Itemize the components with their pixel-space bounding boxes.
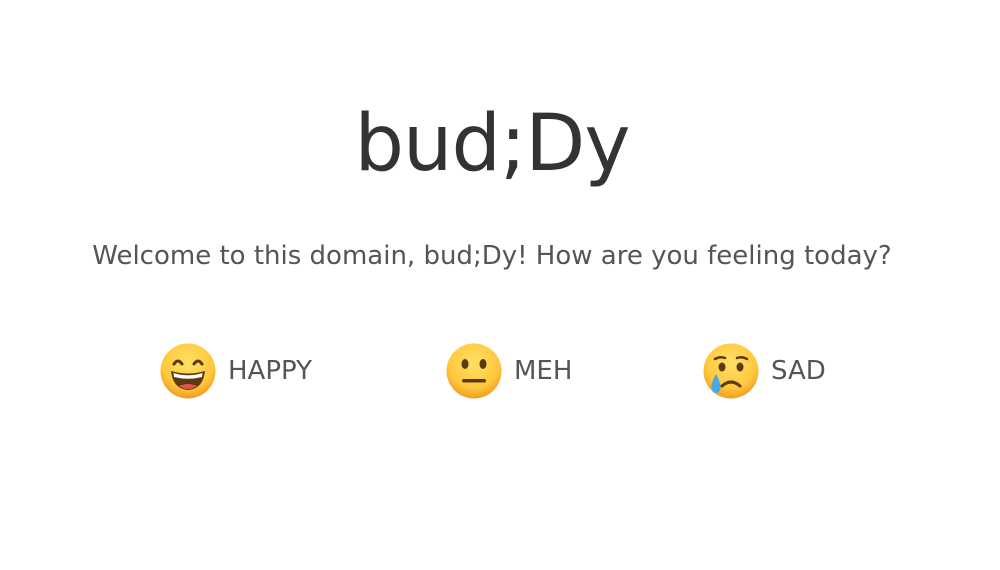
welcome-message: Welcome to this domain, bud;Dy! How are … [92, 241, 892, 271]
happy-mood-label: HAPPY [228, 356, 313, 386]
sad-mood-label: SAD [771, 356, 826, 386]
grinning-face-icon [160, 343, 216, 399]
happy-mood-button[interactable]: HAPPY [159, 342, 312, 400]
sad-mood-button[interactable]: SAD [702, 342, 826, 400]
site-title: bud;Dy [354, 99, 631, 189]
neutral-face-icon [446, 343, 502, 399]
crying-face-icon [703, 343, 759, 399]
meh-mood-label: MEH [514, 356, 573, 386]
meh-mood-button[interactable]: MEH [445, 342, 572, 400]
